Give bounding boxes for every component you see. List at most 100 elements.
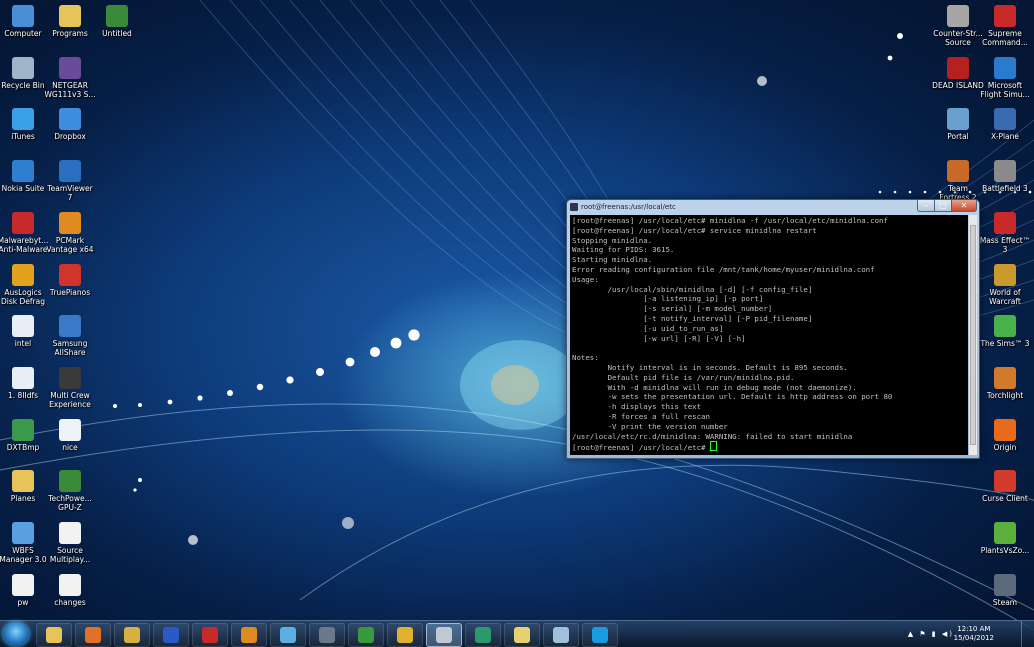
desktop-icon[interactable]: Source Multiplay... [44,522,96,564]
netgear-icon [59,56,81,79]
desktop-icon[interactable]: Multi Crew Experience [44,366,96,409]
wow-icon [994,263,1016,286]
taskbar-button-window[interactable] [543,623,579,647]
system-clock[interactable]: 12:10 AM 15/04/2012 [954,625,994,643]
desktop-icon[interactable]: 1. 8IIdfs [0,366,49,400]
desktop-icon-label: Programs [52,29,88,38]
dropbox-icon [59,108,81,131]
taskbar-button-explorer[interactable] [36,623,72,647]
desktop-icon[interactable]: AusLogics Disk Defrag [0,263,49,306]
taskbar-button-chrome[interactable] [387,623,423,647]
vertical-scrollbar[interactable] [969,215,977,455]
desktop-icon[interactable]: Torchlight [979,366,1031,400]
desktop-icon-label: Source Multiplay... [49,546,91,564]
desktop-icon[interactable]: Malwarebyt... Anti-Malware [0,211,49,254]
taskbar: ▲ ⚑ ▮ ◀) 12:10 AM 15/04/2012 [0,620,1034,647]
desktop-icon-label: X-Plane [990,132,1020,142]
desktop-icon[interactable]: Nokia Suite [0,160,49,193]
desktop-icon[interactable]: Recycle Bin [0,56,49,90]
system-tray-icons[interactable]: ▲ ⚑ ▮ ◀) [908,630,954,638]
desktop-icon[interactable]: TruePianos [44,263,96,297]
desktop-icon[interactable]: Programs [44,5,96,38]
minimize-button[interactable]: – [917,200,935,212]
document-icon [12,573,34,596]
scrollbar-thumb[interactable] [970,225,976,445]
terminal-line: [-w url] [-R] [-V] [-h] [572,333,746,343]
desktop-icon[interactable]: Computer [0,5,49,38]
desktop-icon[interactable]: WBFS Manager 3.0 [0,522,49,564]
maximize-button[interactable]: □ [934,200,952,212]
desktop-icon[interactable]: Dropbox [44,108,96,141]
document-icon [59,418,81,441]
taskbar-button-cpu[interactable] [348,623,384,647]
terminal-line: Error reading configuration file /mnt/ta… [572,264,875,274]
taskbar-button-tools[interactable] [114,623,150,647]
desktop-icon[interactable]: Supreme Command... [979,5,1031,47]
desktop-icon[interactable]: iTunes [0,108,49,141]
desktop-icon[interactable]: intel [0,315,49,348]
taskbar-button-folders[interactable] [504,623,540,647]
desktop-icon[interactable]: Samsung AllShare [44,315,96,357]
taskbar-button-app[interactable] [465,623,501,647]
desktop-icon[interactable]: X-Plane [979,108,1031,141]
desktop-icon[interactable]: TechPowe... GPU-Z [44,470,96,512]
cpu-icon [358,627,374,643]
desktop-icon[interactable]: Team Fortress 2 [932,160,984,202]
desktop-icon-label: Multi Crew Experience [49,390,91,409]
taskbar-button-steam[interactable] [309,623,345,647]
start-button[interactable] [3,622,29,646]
desktop-icon[interactable]: World of Warcraft [979,263,1031,306]
desktop-icon[interactable]: Counter-Str... Source [932,5,984,47]
desktop-icon-label: Steam [992,597,1018,607]
desktop-icon[interactable]: Mass Effect™ 3 [979,211,1031,254]
team-fortress-icon [947,160,969,183]
desktop-icon[interactable]: Planes [0,470,49,503]
desktop-icon[interactable]: pw [0,573,49,607]
firefox-icon [85,627,101,643]
taskbar-button-firefox[interactable] [75,623,111,647]
text-cursor [709,441,717,452]
desktop-icon[interactable]: nice [44,418,96,452]
putty-terminal-window[interactable]: root@freenas:/usr/local/etc – □ ✕ [root@… [566,199,980,459]
close-button[interactable]: ✕ [951,200,977,212]
terminal-line: /usr/local/etc/rc.d/minidlna: WARNING: f… [572,431,853,441]
desktop-icon[interactable]: Untitled [91,5,143,38]
desktop-icon-label: iTunes [11,132,35,142]
terminal-prompt: [root@freenas] /usr/local/etc# [572,443,710,453]
desktop-icon-label: 1. 8IIdfs [7,390,39,400]
window-icon [553,627,569,643]
desktop-icon-label: Dropbox [54,132,86,142]
desktop-icon[interactable]: NETGEAR WG111v3 S... [44,56,96,99]
taskbar-button-skype[interactable] [582,623,618,647]
terminal-line: -h displays this text [572,402,702,412]
image-icon [106,5,128,27]
desktop-icon[interactable]: TeamViewer 7 [44,160,96,202]
multicrew-icon [59,366,81,389]
taskbar-button-putty[interactable] [426,623,462,647]
show-desktop-button[interactable] [1021,621,1034,647]
taskbar-button-media[interactable] [231,623,267,647]
desktop-icon[interactable]: The Sims™ 3 [979,315,1031,348]
desktop-icon[interactable]: changes [44,573,96,607]
terminal-output[interactable]: [root@freenas] /usr/local/etc# minidlna … [570,215,968,455]
desktop-icon[interactable]: Steam [979,573,1031,607]
desktop-icon[interactable]: Portal [932,108,984,141]
desktop-icon[interactable]: DXTBmp [0,418,49,452]
flight-sim-icon [994,56,1016,79]
taskbar-button-people[interactable] [270,623,306,647]
terminal-line: Starting minidlna. [572,255,653,265]
taskbar-button-filezilla[interactable] [192,623,228,647]
desktop-icon[interactable]: Curse Client [979,470,1031,503]
media-player-icon [241,627,257,643]
desktop-icon[interactable]: Battlefield 3 [979,160,1031,193]
desktop-icon[interactable]: PlantsVsZo... [979,522,1031,555]
folder-icon [514,627,530,643]
taskbar-button-flight[interactable] [153,623,189,647]
desktop-icon[interactable]: Microsoft Flight Simu... [979,56,1031,99]
desktop-icon[interactable]: Origin [979,418,1031,452]
folder-icon [59,5,81,27]
desktop-icon[interactable]: DEAD ISLAND [932,56,984,90]
desktop-icon-label: DEAD ISLAND [932,80,984,90]
desktop-icon[interactable]: PCMark Vantage x64 [44,211,96,254]
desktop-icon-label: TruePianos [49,287,91,297]
